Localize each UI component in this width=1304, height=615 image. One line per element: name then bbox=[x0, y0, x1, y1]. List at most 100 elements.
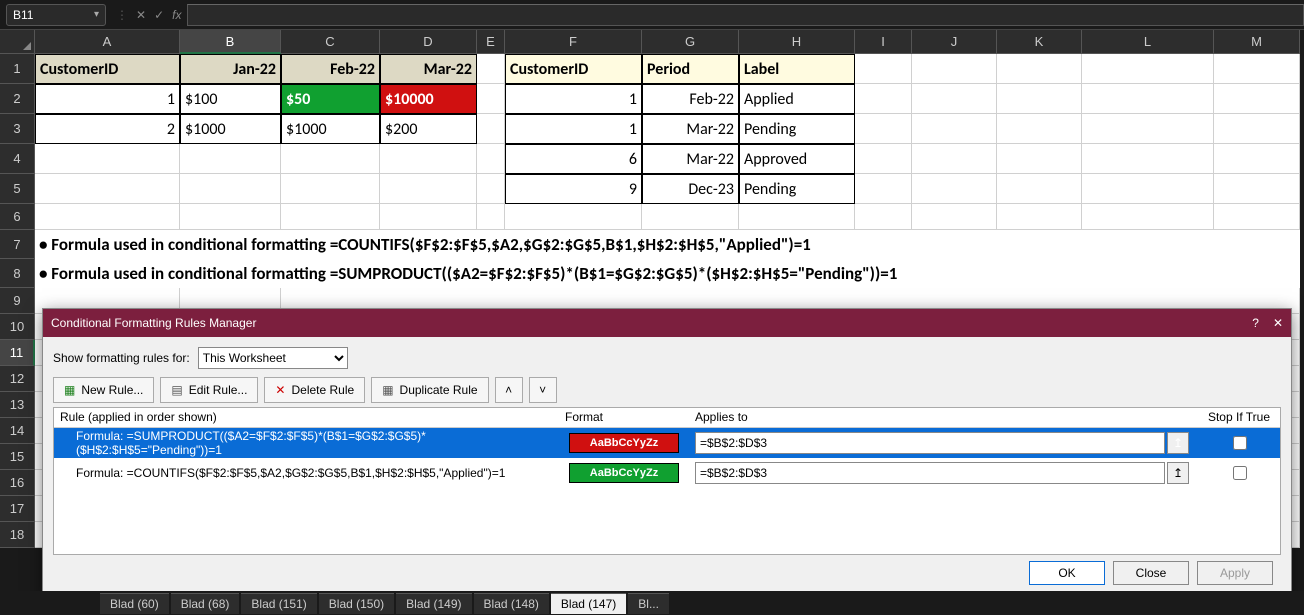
rule-row[interactable]: Formula: =SUMPRODUCT(($A2=$F$2:$F$5)*(B$… bbox=[54, 428, 1280, 458]
row-header[interactable]: 13 bbox=[0, 392, 35, 418]
formula-input[interactable] bbox=[187, 4, 1304, 26]
cell[interactable] bbox=[1214, 84, 1300, 114]
col-header-K[interactable]: K bbox=[997, 30, 1082, 54]
cell[interactable] bbox=[477, 204, 505, 230]
row-header[interactable]: 8 bbox=[0, 259, 35, 288]
cell[interactable] bbox=[912, 144, 997, 174]
cell[interactable] bbox=[855, 144, 912, 174]
sheet-tab[interactable]: Bl... bbox=[628, 593, 669, 614]
row-header[interactable]: 5 bbox=[0, 174, 35, 204]
cell-G3[interactable]: Mar-22 bbox=[642, 114, 739, 144]
cell-A2[interactable]: 1 bbox=[35, 84, 180, 114]
cell-F1[interactable]: CustomerID bbox=[505, 54, 642, 84]
cell[interactable] bbox=[380, 204, 477, 230]
row-header[interactable]: 12 bbox=[0, 366, 35, 392]
cell-C3[interactable]: $1000 bbox=[281, 114, 380, 144]
col-header-F[interactable]: F bbox=[505, 30, 642, 54]
stop-if-true-checkbox[interactable] bbox=[1233, 436, 1247, 450]
col-header-I[interactable]: I bbox=[855, 30, 912, 54]
cell[interactable] bbox=[912, 174, 997, 204]
cell[interactable] bbox=[281, 174, 380, 204]
duplicate-rule-button[interactable]: ▦ Duplicate Rule bbox=[371, 377, 488, 403]
new-rule-button[interactable]: ▦ New Rule... bbox=[53, 377, 154, 403]
col-header-B[interactable]: B bbox=[180, 30, 281, 54]
cell-F4[interactable]: 6 bbox=[505, 144, 642, 174]
cell[interactable] bbox=[281, 144, 380, 174]
cell[interactable] bbox=[477, 114, 505, 144]
sheet-tab[interactable]: Blad (151) bbox=[241, 593, 316, 614]
row-header[interactable]: 10 bbox=[0, 314, 35, 340]
sheet-tab[interactable]: Blad (150) bbox=[319, 593, 394, 614]
col-header-L[interactable]: L bbox=[1082, 30, 1214, 54]
cell[interactable] bbox=[997, 114, 1082, 144]
show-rules-select[interactable]: This Worksheet bbox=[198, 347, 348, 369]
cell-G2[interactable]: Feb-22 bbox=[642, 84, 739, 114]
move-up-button[interactable]: ˄ bbox=[495, 377, 523, 403]
cell-A1[interactable]: CustomerID bbox=[35, 54, 180, 84]
cell[interactable] bbox=[912, 204, 997, 230]
cell[interactable] bbox=[855, 84, 912, 114]
cell-B2[interactable]: $100 bbox=[180, 84, 281, 114]
cell[interactable] bbox=[180, 144, 281, 174]
range-picker-icon[interactable]: ↥ bbox=[1167, 432, 1189, 454]
col-header-H[interactable]: H bbox=[739, 30, 855, 54]
cell-H4[interactable]: Approved bbox=[739, 144, 855, 174]
row-header[interactable]: 1 bbox=[0, 54, 35, 84]
cell-H3[interactable]: Pending bbox=[739, 114, 855, 144]
close-button[interactable]: Close bbox=[1113, 561, 1189, 585]
cell[interactable] bbox=[477, 84, 505, 114]
cell[interactable] bbox=[35, 144, 180, 174]
col-header-C[interactable]: C bbox=[281, 30, 380, 54]
cell-A3[interactable]: 2 bbox=[35, 114, 180, 144]
apply-button[interactable]: Apply bbox=[1197, 561, 1273, 585]
cell-C2[interactable]: $50 bbox=[281, 84, 380, 114]
sheet-tab[interactable]: Blad (60) bbox=[100, 593, 169, 614]
col-header-G[interactable]: G bbox=[642, 30, 739, 54]
cell[interactable] bbox=[912, 84, 997, 114]
cell-E1[interactable] bbox=[477, 54, 505, 84]
close-icon[interactable]: ✕ bbox=[1273, 316, 1283, 330]
cell[interactable] bbox=[997, 204, 1082, 230]
row-header[interactable]: 4 bbox=[0, 144, 35, 174]
cell[interactable] bbox=[505, 204, 642, 230]
col-header-M[interactable]: M bbox=[1214, 30, 1300, 54]
dialog-titlebar[interactable]: Conditional Formatting Rules Manager ? ✕ bbox=[43, 309, 1291, 337]
row-header[interactable]: 14 bbox=[0, 418, 35, 444]
cell-D1[interactable]: Mar-22 bbox=[380, 54, 477, 84]
row-header[interactable]: 2 bbox=[0, 84, 35, 114]
cell[interactable] bbox=[1214, 144, 1300, 174]
sheet-tab[interactable]: Blad (68) bbox=[171, 593, 240, 614]
cell[interactable] bbox=[997, 174, 1082, 204]
cell[interactable] bbox=[855, 174, 912, 204]
col-header-J[interactable]: J bbox=[912, 30, 997, 54]
cell-D2[interactable]: $10000 bbox=[380, 84, 477, 114]
cell[interactable] bbox=[35, 174, 180, 204]
move-down-button[interactable]: ˅ bbox=[529, 377, 557, 403]
select-all-corner[interactable] bbox=[0, 30, 35, 54]
cell[interactable] bbox=[912, 54, 997, 84]
cell-B3[interactable]: $1000 bbox=[180, 114, 281, 144]
cell[interactable] bbox=[1082, 144, 1214, 174]
row-header[interactable]: 7 bbox=[0, 230, 35, 259]
cell[interactable] bbox=[1214, 114, 1300, 144]
col-header-E[interactable]: E bbox=[477, 30, 505, 54]
delete-rule-button[interactable]: ✕ Delete Rule bbox=[264, 377, 365, 403]
cell[interactable] bbox=[35, 204, 180, 230]
cell-F3[interactable]: 1 bbox=[505, 114, 642, 144]
cell[interactable] bbox=[180, 174, 281, 204]
fx-label[interactable]: fx bbox=[172, 8, 181, 22]
stop-if-true-checkbox[interactable] bbox=[1233, 466, 1247, 480]
cell[interactable] bbox=[477, 144, 505, 174]
cell[interactable] bbox=[855, 54, 912, 84]
cancel-icon[interactable]: ✕ bbox=[136, 8, 146, 22]
cell-G4[interactable]: Mar-22 bbox=[642, 144, 739, 174]
cell-F5[interactable]: 9 bbox=[505, 174, 642, 204]
row-header[interactable]: 15 bbox=[0, 444, 35, 470]
cell[interactable] bbox=[739, 204, 855, 230]
cell[interactable] bbox=[997, 144, 1082, 174]
cell-H2[interactable]: Applied bbox=[739, 84, 855, 114]
row-header[interactable]: 11 bbox=[0, 340, 35, 366]
edit-rule-button[interactable]: ▤ Edit Rule... bbox=[160, 377, 258, 403]
cell[interactable] bbox=[855, 204, 912, 230]
cell[interactable] bbox=[477, 174, 505, 204]
